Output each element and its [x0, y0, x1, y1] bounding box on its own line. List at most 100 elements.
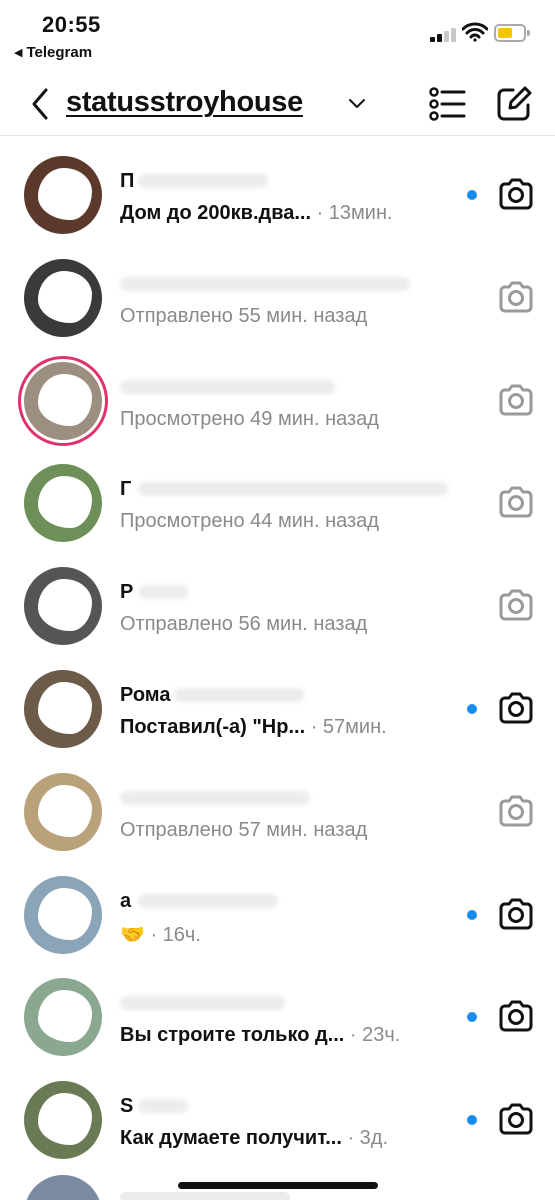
back-chevron-icon[interactable]	[26, 86, 56, 122]
preview-text: Просмотрено 44 мин. назад	[120, 510, 379, 533]
avatar[interactable]	[24, 772, 102, 851]
thread-row[interactable]: Отправлено 57 мин. назад	[0, 757, 555, 860]
redacted-name	[120, 790, 310, 805]
redacted-name	[138, 174, 268, 188]
redacted-name	[138, 585, 188, 600]
camera-icon[interactable]	[498, 692, 534, 724]
redaction-blob	[38, 476, 92, 529]
back-triangle-icon: ◀	[14, 47, 23, 59]
chevron-down-icon[interactable]	[348, 98, 366, 110]
back-app-label: Telegram	[26, 44, 93, 61]
thread-preview: Как думаете получит... · 3д.	[120, 1127, 388, 1150]
thread-name: Рома	[120, 683, 171, 706]
redacted-name	[138, 482, 448, 497]
unread-dot	[467, 703, 477, 714]
redaction-blob	[38, 887, 92, 940]
camera-icon[interactable]	[498, 384, 534, 416]
preview-text: Отправлено 55 мин. назад	[120, 304, 368, 327]
preview-text: Отправлено 56 мин. назад	[120, 613, 368, 636]
preview-text: Дом до 200кв.два...	[120, 202, 312, 224]
thread-row[interactable]: Вы строите только д... · 23ч.	[0, 962, 555, 1065]
wifi-icon	[462, 22, 488, 42]
avatar[interactable]	[24, 875, 102, 954]
thread-row[interactable]: Р Отправлено 56 мин. назад	[0, 551, 555, 654]
thread-name: Г	[120, 478, 132, 501]
unread-dot	[467, 909, 477, 920]
thread-name: П	[120, 170, 135, 192]
redacted-name	[120, 276, 410, 291]
thread-preview: Поставил(-а) "Нр... · 57мин.	[120, 716, 387, 739]
thread-row[interactable]: Рома Поставил(-а) "Нр... · 57мин.	[0, 654, 555, 757]
thread-name: Р	[120, 581, 134, 604]
redaction-blob	[38, 168, 92, 220]
battery-icon	[494, 24, 530, 42]
list-view-icon[interactable]	[428, 86, 466, 122]
new-message-icon[interactable]	[496, 86, 532, 122]
avatar[interactable]	[24, 978, 102, 1057]
redaction-blob	[38, 990, 92, 1043]
thread-row[interactable]: a 🤝 · 16ч.	[0, 860, 555, 963]
account-switcher-title[interactable]: statusstroyhouse	[66, 86, 303, 119]
back-to-app-link[interactable]: ◀ Telegram	[14, 44, 92, 61]
camera-icon[interactable]	[498, 1103, 534, 1135]
thread-row[interactable]: П Дом до 200кв.два... · 13мин.	[0, 140, 555, 243]
unread-dot	[467, 190, 477, 200]
camera-icon[interactable]	[498, 795, 534, 827]
redacted-name	[138, 1099, 188, 1114]
thread-row[interactable]: S Как думаете получит... · 3д.	[0, 1065, 555, 1168]
camera-icon[interactable]	[498, 281, 534, 313]
unread-dot	[467, 1012, 477, 1023]
avatar[interactable]	[24, 567, 102, 646]
preview-timestamp: · 23ч.	[344, 1024, 401, 1047]
redacted-name	[138, 893, 278, 908]
avatar[interactable]	[24, 669, 102, 748]
preview-text: Как думаете получит...	[120, 1127, 342, 1150]
thread-name: a	[120, 889, 132, 912]
redacted-name	[120, 1192, 290, 1200]
preview-text: 🤝	[120, 923, 145, 946]
unread-dot	[467, 1115, 477, 1126]
preview-text: Вы строите только д...	[120, 1024, 345, 1047]
thread-preview: Отправлено 56 мин. назад	[120, 613, 367, 636]
thread-preview: Вы строите только д... · 23ч.	[120, 1024, 400, 1047]
camera-icon[interactable]	[498, 178, 534, 210]
thread-list: П Дом до 200кв.два... · 13мин. Отправлено …	[0, 140, 555, 1168]
avatar[interactable]	[24, 1081, 102, 1160]
camera-icon[interactable]	[498, 589, 534, 621]
avatar[interactable]	[24, 156, 102, 234]
thread-preview: Дом до 200кв.два... · 13мин.	[120, 202, 393, 225]
redaction-blob	[38, 1093, 92, 1146]
preview-timestamp: · 16ч.	[144, 923, 201, 946]
preview-timestamp: · 57мин.	[305, 715, 387, 738]
camera-icon[interactable]	[498, 486, 534, 518]
avatar[interactable]	[24, 258, 102, 337]
redaction-blob	[38, 270, 92, 323]
avatar	[24, 1175, 102, 1200]
redacted-name	[120, 996, 285, 1011]
home-indicator[interactable]	[178, 1182, 378, 1189]
camera-icon[interactable]	[498, 1000, 534, 1032]
preview-timestamp: · 13мин.	[311, 202, 393, 224]
preview-text: Отправлено 57 мин. назад	[120, 818, 368, 841]
preview-timestamp: · 3д.	[341, 1127, 389, 1150]
thread-name: S	[120, 1095, 134, 1118]
preview-text: Просмотрено 49 мин. назад	[120, 407, 379, 430]
thread-preview: Отправлено 55 мин. назад	[120, 305, 367, 328]
status-bar: 20:55 ◀ Telegram	[0, 0, 555, 70]
thread-preview: Отправлено 57 мин. назад	[120, 819, 367, 842]
avatar-with-story-ring[interactable]	[24, 361, 102, 440]
avatar[interactable]	[24, 464, 102, 543]
inbox-header: statusstroyhouse	[0, 74, 555, 136]
redaction-blob	[38, 784, 92, 837]
redacted-name	[174, 687, 304, 702]
thread-row[interactable]: Просмотрено 49 мин. назад	[0, 346, 555, 449]
thread-preview: Просмотрено 44 мин. назад	[120, 510, 379, 533]
thread-row[interactable]: Отправлено 55 мин. назад	[0, 243, 555, 346]
redaction-blob	[38, 579, 92, 632]
clock: 20:55	[42, 12, 101, 37]
thread-row[interactable]: Г Просмотрено 44 мин. назад	[0, 448, 555, 551]
thread-preview: Просмотрено 49 мин. назад	[120, 408, 379, 431]
camera-icon[interactable]	[498, 898, 534, 930]
redaction-blob	[38, 681, 92, 734]
thread-preview: 🤝 · 16ч.	[120, 922, 201, 947]
